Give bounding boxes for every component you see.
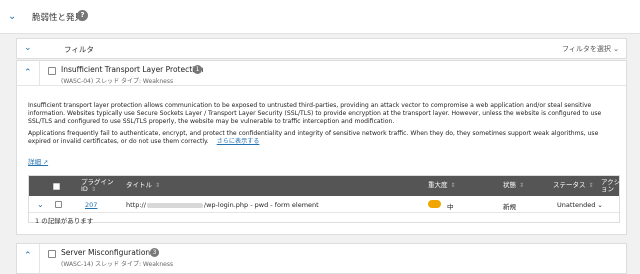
description-paragraph: Applications frequently fail to authenti…: [28, 130, 599, 145]
table-header: プラグイン ID ⇕ タイトル ⇕ 重大度 ⇕ 状態 ⇕ ステータス ⇕ アクション: [29, 176, 621, 196]
section-title: 脆弱性と発見: [32, 13, 84, 23]
external-link-icon: ↗: [43, 159, 49, 166]
page: ⌄ 脆弱性と発見 ? ⌄ フィルタ フィルタを選択 ⌄ ⌃ Insufficie…: [0, 0, 640, 274]
count-badge: 3: [150, 248, 159, 257]
vulnerability-meta: (WASC-04) スレッド タイプ: Weakness: [61, 78, 174, 85]
vulnerability-card: ⌃ Server Misconfiguration 3 (WASC-14) スレ…: [16, 243, 627, 274]
redacted-host: [146, 202, 203, 208]
vulnerability-checkbox[interactable]: [48, 250, 56, 258]
vulnerability-description: Insufficient transport layer protection …: [28, 102, 620, 150]
severity-indicator: [428, 200, 441, 208]
vulnerability-card: ⌃ Insufficient Transport Layer Protectio…: [16, 60, 627, 235]
count-badge: 1: [193, 65, 202, 74]
filter-select[interactable]: フィルタを選択 ⌄: [562, 44, 619, 54]
select-all-checkbox[interactable]: [53, 183, 60, 190]
sort-icon: ⇕: [450, 182, 456, 189]
findings-table: プラグイン ID ⇕ タイトル ⇕ 重大度 ⇕ 状態 ⇕ ステータス ⇕ アクション ⌄ …: [28, 175, 621, 225]
row-checkbox[interactable]: [55, 201, 62, 208]
state-dropdown[interactable]: Unattended ⌄: [557, 201, 603, 209]
sort-icon: ⇕: [90, 186, 96, 193]
vulnerability-header: ⌃ Insufficient Transport Layer Protectio…: [17, 61, 626, 86]
chevron-up-icon[interactable]: ⌃: [24, 68, 32, 78]
help-icon[interactable]: ?: [77, 10, 88, 21]
finding-title: http:///wp-login.php - pwd - form elemen…: [126, 201, 319, 209]
chevron-down-icon[interactable]: ⌄: [8, 11, 16, 22]
chevron-down-icon[interactable]: ⌄: [24, 43, 32, 53]
sort-icon: ⇕: [519, 182, 525, 189]
section-header: ⌄ 脆弱性と発見 ?: [0, 0, 640, 34]
vulnerability-name: Insufficient Transport Layer Protection: [61, 65, 204, 74]
status-value: 新規: [503, 203, 516, 211]
vulnerability-meta: (WASC-14) スレッド タイプ: Weakness: [61, 261, 174, 268]
vulnerability-checkbox[interactable]: [48, 67, 56, 75]
filter-bar: ⌄ フィルタ フィルタを選択 ⌄: [16, 38, 627, 59]
column-plugin-id[interactable]: プラグイン ID ⇕: [81, 179, 117, 194]
chevron-up-icon[interactable]: ⌃: [24, 251, 32, 261]
vulnerability-name: Server Misconfiguration: [61, 248, 151, 257]
chevron-down-icon[interactable]: ⌄: [37, 200, 44, 209]
record-count: 1 の記録があります: [35, 217, 94, 225]
filter-label: フィルタ: [64, 45, 94, 54]
column-status[interactable]: 状態 ⇕: [503, 182, 525, 190]
divider: [39, 244, 40, 274]
divider: [39, 61, 40, 86]
sort-icon: ⇕: [588, 182, 594, 189]
column-action: アクション: [601, 178, 621, 193]
show-more-link[interactable]: さらに表示する: [217, 138, 260, 145]
column-title[interactable]: タイトル ⇕: [126, 182, 161, 190]
sort-icon: ⇕: [155, 182, 161, 189]
column-severity[interactable]: 重大度 ⇕: [428, 182, 456, 190]
table-row: ⌄ 207 http:///wp-login.php - pwd - form …: [29, 196, 619, 213]
column-state[interactable]: ステータス ⇕: [553, 182, 594, 190]
plugin-id-link[interactable]: 207: [85, 201, 97, 209]
severity-label: 中: [447, 203, 454, 211]
chevron-down-icon: ⌄: [597, 201, 603, 209]
description-paragraph: Insufficient transport layer protection …: [28, 102, 602, 125]
chevron-down-icon: ⌄: [613, 45, 619, 53]
details-link[interactable]: 詳細 ↗: [28, 156, 48, 166]
